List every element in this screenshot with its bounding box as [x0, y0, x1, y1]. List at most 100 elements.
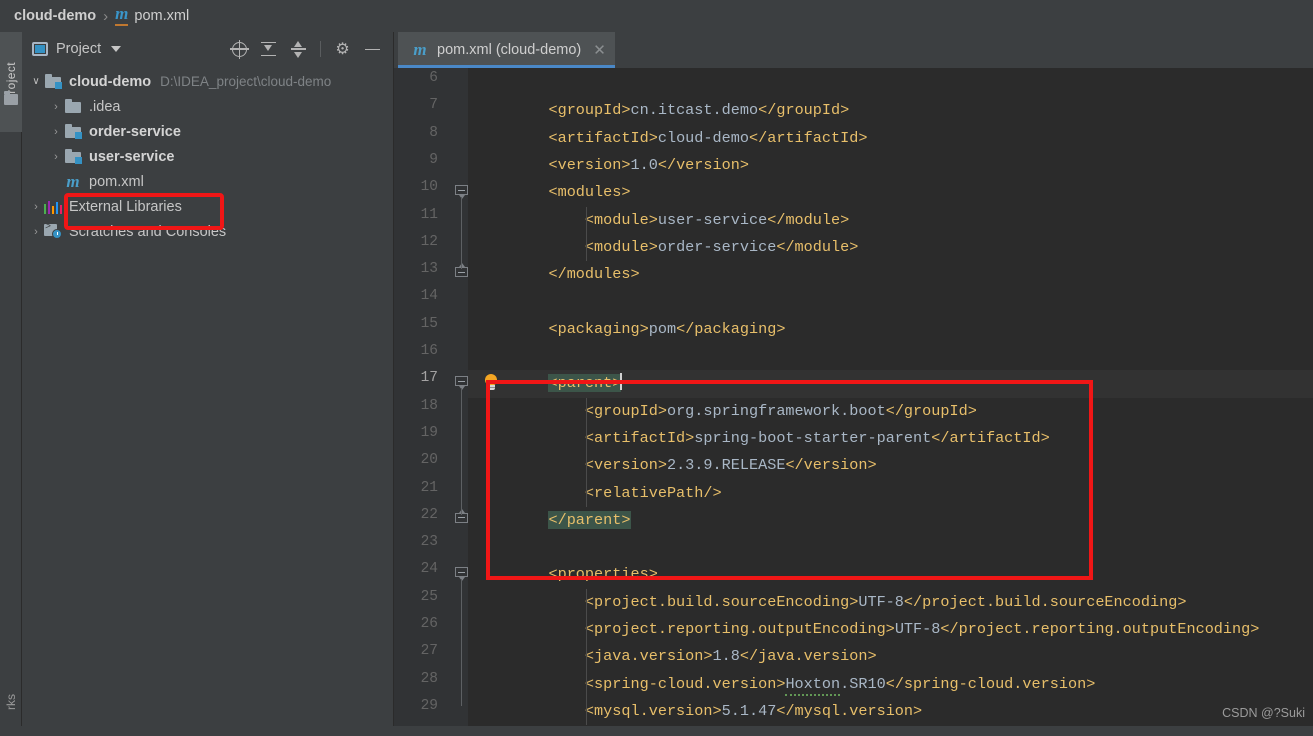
code-line[interactable]: <groupId>cn.itcast.demo</groupId>: [468, 97, 1313, 124]
locate-icon[interactable]: [230, 39, 249, 59]
chevron-right-icon[interactable]: ›: [48, 126, 64, 138]
project-tool-window: Project ⚙ ∨ cloud-demo D:\IDEA_project\clo…: [22, 32, 394, 736]
indent-guide: [586, 206, 587, 262]
indent-guide: [586, 397, 587, 507]
code-content[interactable]: <groupId>cn.itcast.demo</groupId> <artif…: [468, 68, 1313, 736]
code-line[interactable]: <module>user-service</module>: [468, 207, 1313, 234]
breadcrumb: cloud-demo › m pom.xml: [0, 0, 1313, 32]
maven-m-icon: m: [115, 5, 129, 26]
fold-region-line: [461, 388, 462, 515]
line-number: 21: [420, 479, 438, 496]
line-number: 29: [420, 697, 438, 714]
code-line[interactable]: <properties>: [468, 561, 1313, 588]
code-line[interactable]: <java.version>1.8</java.version>: [468, 643, 1313, 670]
code-line[interactable]: <version>2.3.9.RELEASE</version>: [468, 452, 1313, 479]
code-line[interactable]: <relativePath/>: [468, 480, 1313, 507]
idea-window: cloud-demo › m pom.xml Project rks Proje…: [0, 0, 1313, 736]
code-line[interactable]: <version>1.0</version>: [468, 152, 1313, 179]
collapse-all-icon[interactable]: [290, 40, 307, 58]
tool-window-tab-bookmarks-label: rks: [4, 694, 18, 710]
editor-tab-bar: m pom.xml (cloud-demo) ✕: [394, 32, 1313, 68]
chevron-down-icon[interactable]: [111, 46, 122, 52]
code-line[interactable]: <parent>: [468, 370, 1313, 398]
tree-node-cloud-demo[interactable]: ∨ cloud-demo D:\IDEA_project\cloud-demo: [22, 69, 393, 94]
tree-node--idea[interactable]: › .idea: [22, 94, 393, 119]
project-tree[interactable]: ∨ cloud-demo D:\IDEA_project\cloud-demo › .i…: [22, 66, 393, 244]
minimize-icon[interactable]: [364, 41, 381, 58]
tree-node-scratches-and-consoles[interactable]: › Scratches and Consoles: [22, 219, 393, 244]
code-line[interactable]: </modules>: [468, 261, 1313, 288]
line-number: 9: [429, 151, 438, 168]
line-number-gutter[interactable]: 6 7 8 9 10 11 12 13 14 15 16 17 18 19 20 21 22 23 24 25 26 27…: [394, 68, 468, 736]
line-number: 19: [420, 424, 438, 441]
line-number: 25: [420, 588, 438, 605]
line-number: 15: [420, 315, 438, 332]
scratches-icon: [44, 222, 62, 239]
code-line[interactable]: <project.build.sourceEncoding>UTF-8</pro…: [468, 589, 1313, 616]
folder-icon: [4, 91, 18, 105]
toolbar-divider: [320, 41, 321, 57]
code-line[interactable]: <artifactId>cloud-demo</artifactId>: [468, 125, 1313, 152]
tree-node-label: order-service: [89, 123, 181, 140]
chevron-right-icon[interactable]: ›: [48, 101, 64, 113]
project-panel-actions: ⚙: [230, 39, 387, 59]
line-number: 16: [420, 343, 438, 359]
code-line[interactable]: [468, 70, 1313, 97]
expand-all-icon[interactable]: [260, 41, 277, 58]
line-number: 18: [420, 397, 438, 414]
external-libraries-icon: [44, 200, 63, 214]
fold-region-line: [461, 197, 462, 270]
line-number: 22: [420, 506, 438, 523]
module-folder-icon: [44, 74, 62, 89]
code-line[interactable]: [468, 534, 1313, 561]
breadcrumb-separator: ›: [103, 7, 109, 25]
module-folder-icon: [64, 149, 82, 164]
chevron-right-icon[interactable]: ›: [28, 226, 44, 238]
intention-bulb-icon[interactable]: [484, 374, 498, 392]
tree-node-external-libraries[interactable]: › External Libraries: [22, 194, 393, 219]
code-line[interactable]: <packaging>pom</packaging>: [468, 316, 1313, 343]
project-view-icon: [32, 42, 48, 56]
tree-node-user-service[interactable]: › user-service: [22, 144, 393, 169]
code-line[interactable]: </parent>: [468, 507, 1313, 534]
code-line[interactable]: [468, 288, 1313, 315]
tree-node-pom-xml[interactable]: m pom.xml: [22, 169, 393, 194]
tool-window-tab-bookmarks[interactable]: rks: [0, 672, 22, 732]
code-line[interactable]: <modules>: [468, 179, 1313, 206]
line-number: 17: [420, 370, 438, 387]
editor-tab-label: pom.xml (cloud-demo): [437, 42, 582, 58]
breadcrumb-file[interactable]: pom.xml: [134, 8, 189, 24]
editor-tab-pom-xml[interactable]: m pom.xml (cloud-demo) ✕: [398, 32, 615, 68]
tree-node-label: Scratches and Consoles: [69, 223, 227, 240]
code-line[interactable]: <project.reporting.outputEncoding>UTF-8<…: [468, 616, 1313, 643]
line-number: 12: [420, 233, 438, 250]
line-number: 11: [420, 206, 438, 223]
close-icon[interactable]: ✕: [593, 43, 606, 58]
watermark: CSDN @?Suki: [1222, 706, 1305, 720]
left-tool-strip: Project rks: [0, 32, 22, 736]
chevron-right-icon[interactable]: ›: [48, 151, 64, 163]
tree-node-order-service[interactable]: › order-service: [22, 119, 393, 144]
chevron-down-icon[interactable]: ∨: [28, 76, 44, 87]
chevron-right-icon[interactable]: ›: [28, 201, 44, 213]
status-bar: [0, 726, 1313, 736]
code-line[interactable]: <groupId>org.springframework.boot</group…: [468, 398, 1313, 425]
code-editor[interactable]: 6 7 8 9 10 11 12 13 14 15 16 17 18 19 20 21 22 23 24 25 26 27…: [394, 68, 1313, 736]
breadcrumb-project[interactable]: cloud-demo: [14, 8, 96, 24]
maven-m-icon: m: [413, 40, 427, 59]
tree-node-label: .idea: [89, 98, 121, 115]
tree-node-label: External Libraries: [69, 198, 182, 215]
tool-window-tab-project[interactable]: Project: [0, 32, 22, 132]
line-number: 23: [420, 534, 438, 551]
code-line[interactable]: <artifactId>spring-boot-starter-parent</…: [468, 425, 1313, 452]
code-line[interactable]: <module>order-service</module>: [468, 234, 1313, 261]
code-line[interactable]: <spring-cloud.version>Hoxton.SR10</sprin…: [468, 671, 1313, 698]
tree-node-path: D:\IDEA_project\cloud-demo: [160, 74, 332, 89]
line-number: 8: [429, 124, 438, 141]
gear-icon[interactable]: ⚙: [334, 41, 351, 58]
line-number: 26: [420, 616, 438, 632]
line-number: 20: [420, 452, 438, 469]
code-line[interactable]: <mysql.version>5.1.47</mysql.version>: [468, 698, 1313, 725]
editor-area: m pom.xml (cloud-demo) ✕ 6 7 8 9 10 11 12 13 14 1…: [394, 32, 1313, 736]
code-line[interactable]: [468, 343, 1313, 370]
